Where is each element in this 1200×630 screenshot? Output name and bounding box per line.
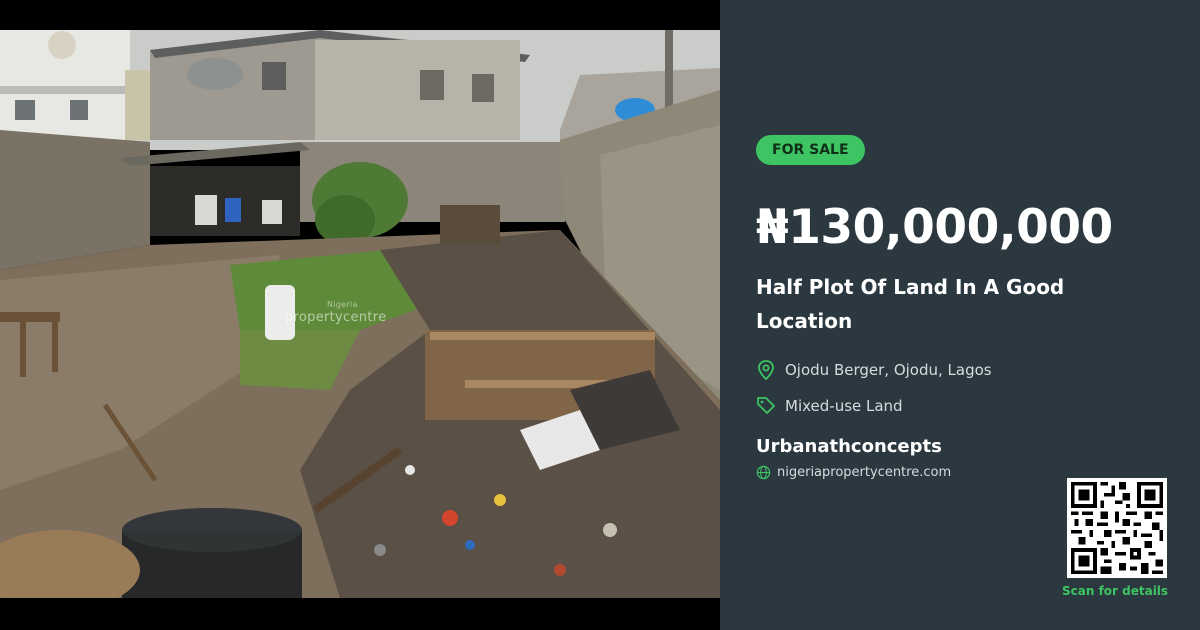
qr-code[interactable] <box>1067 478 1167 578</box>
listing-title: Half Plot Of Land In A Good Location <box>756 275 1065 333</box>
globe-icon <box>756 465 771 480</box>
watermark-text: propertycentre <box>285 310 387 325</box>
location-text: Ojodu Berger, Ojodu, Lagos <box>785 361 992 379</box>
property-photo: Nigeria propertycentre <box>0 30 720 598</box>
property-type-row: Mixed-use Land <box>756 395 903 417</box>
scan-for-details-label: Scan for details <box>1062 584 1169 598</box>
agent-name: Urbanathconcepts <box>756 436 942 457</box>
listing-photo-panel: Nigeria propertycentre <box>0 0 720 630</box>
listing-info-panel: FOR SALE ₦130,000,000 Half Plot Of Land … <box>720 0 1200 630</box>
photo-watermark: Nigeria propertycentre <box>285 300 387 325</box>
tag-icon <box>757 397 775 414</box>
listing-price: ₦130,000,000 <box>756 200 1113 255</box>
website-row[interactable]: nigeriapropertycentre.com <box>756 465 951 480</box>
map-pin-icon <box>758 360 774 381</box>
watermark-small-text: Nigeria <box>327 300 358 309</box>
location-row: Ojodu Berger, Ojodu, Lagos <box>756 359 992 381</box>
property-type-text: Mixed-use Land <box>785 397 903 415</box>
website-link[interactable]: nigeriapropertycentre.com <box>777 465 951 480</box>
for-sale-badge: FOR SALE <box>756 135 865 165</box>
qr-code-icon <box>1071 482 1163 574</box>
